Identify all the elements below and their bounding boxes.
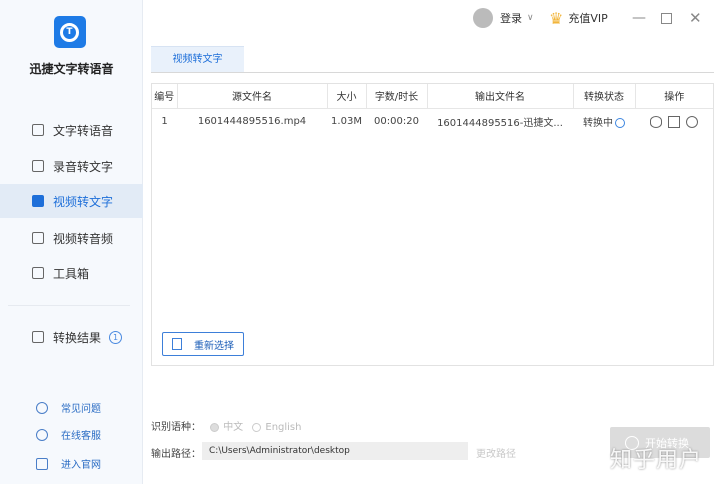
- question-icon: [36, 401, 48, 414]
- cell-actions: [635, 108, 713, 135]
- output-path-label: 输出路径：: [151, 449, 201, 460]
- audio-icon: [32, 160, 44, 172]
- col-duration: 字数/时长: [366, 84, 428, 109]
- login-button[interactable]: 登录 ∨: [473, 6, 534, 30]
- col-size: 大小: [327, 84, 367, 109]
- video-text-icon: [32, 195, 44, 207]
- nav-label: 文字转语音: [53, 123, 114, 138]
- col-number: 编号: [152, 84, 178, 109]
- cell-output: 1601444895516-迅捷文...: [437, 118, 563, 130]
- col-source: 源文件名: [177, 84, 328, 109]
- divider: [8, 305, 130, 306]
- avatar: [473, 8, 493, 28]
- headset-icon: [36, 428, 48, 441]
- video-audio-icon: [32, 232, 44, 244]
- file-list-panel: 编号 源文件名 大小 字数/时长 输出文件名 转换状态 操作 1 1601444…: [151, 83, 714, 366]
- nav-label: 视频转音频: [53, 231, 114, 246]
- online-support-link[interactable]: 在线客服: [36, 427, 101, 442]
- option-chinese: 中文: [223, 422, 244, 433]
- table-row[interactable]: 1 1601444895516.mp4 1.03M 00:00:20 16014…: [152, 108, 713, 135]
- app-name: 迅捷文字转语音: [29, 62, 114, 76]
- folder-icon[interactable]: [668, 115, 680, 128]
- text-icon: [32, 124, 44, 136]
- results-icon: [32, 331, 44, 343]
- nav-label: 工具箱: [53, 266, 90, 281]
- col-output: 输出文件名: [427, 84, 574, 109]
- col-actions: 操作: [635, 84, 713, 109]
- reselect-label: 重新选择: [194, 340, 234, 352]
- sidebar: T 迅捷文字转语音 文字转语音 录音转文字 视频转文字 视频转音频 工具箱 转换…: [0, 0, 143, 484]
- vip-label: 充值VIP: [568, 12, 608, 25]
- sidebar-item-video-to-text[interactable]: 视频转文字: [0, 184, 143, 218]
- cell-status: 转换中: [573, 108, 635, 135]
- table-header: 编号 源文件名 大小 字数/时长 输出文件名 转换状态 操作: [152, 84, 713, 109]
- nav-label: 录音转文字: [53, 159, 114, 174]
- sidebar-item-toolbox[interactable]: 工具箱: [0, 256, 143, 290]
- sidebar-item-results[interactable]: 转换结果 1: [0, 320, 143, 354]
- col-status: 转换状态: [573, 84, 636, 109]
- eye-icon[interactable]: [650, 115, 662, 128]
- nav-label: 视频转文字: [53, 194, 114, 209]
- results-count-badge: 1: [109, 330, 123, 344]
- tab-video-to-text[interactable]: 视频转文字: [151, 46, 244, 72]
- maximize-icon: [661, 12, 672, 24]
- toolbox-icon: [32, 267, 44, 279]
- minimize-button[interactable]: —: [632, 6, 646, 30]
- status-label: 转换中: [583, 118, 613, 130]
- cell-number: 1: [161, 116, 168, 128]
- sidebar-item-video-to-audio[interactable]: 视频转音频: [0, 221, 143, 255]
- radio-english[interactable]: [252, 422, 262, 432]
- vip-button[interactable]: ♛ 充值VIP: [549, 6, 608, 30]
- help-label: 常见问题: [61, 404, 101, 415]
- loading-spinner-icon: [615, 118, 625, 129]
- login-label: 登录: [500, 12, 522, 25]
- delete-icon[interactable]: [686, 115, 698, 128]
- crown-icon: ♛: [549, 8, 564, 28]
- tab-divider: [151, 72, 714, 73]
- help-label: 在线客服: [61, 431, 101, 442]
- watermark: 知乎用户: [610, 448, 703, 473]
- option-english: English: [265, 422, 302, 433]
- radio-chinese[interactable]: [210, 422, 220, 432]
- sidebar-item-audio-to-text[interactable]: 录音转文字: [0, 149, 143, 183]
- chevron-down-icon: ∨: [527, 13, 534, 23]
- maximize-button[interactable]: [661, 6, 672, 30]
- language-label: 识别语种：: [151, 422, 201, 433]
- change-path-button[interactable]: 更改路径: [476, 445, 516, 460]
- language-row: 识别语种： 中文 English: [151, 418, 301, 433]
- sidebar-item-text-to-speech[interactable]: 文字转语音: [0, 113, 143, 147]
- monitor-icon: [36, 457, 48, 470]
- reselect-button[interactable]: 重新选择: [162, 332, 244, 356]
- app-logo: T: [54, 16, 86, 48]
- output-path-input[interactable]: C:\Users\Administrator\desktop: [202, 442, 468, 460]
- cell-source: 1601444895516.mp4: [197, 116, 307, 128]
- faq-link[interactable]: 常见问题: [36, 400, 101, 415]
- cell-duration: 00:00:20: [374, 116, 419, 128]
- help-label: 进入官网: [61, 460, 101, 471]
- website-link[interactable]: 进入官网: [36, 456, 101, 471]
- close-button[interactable]: ✕: [689, 6, 702, 30]
- nav-label: 转换结果: [53, 330, 102, 345]
- file-table: 编号 源文件名 大小 字数/时长 输出文件名 转换状态 操作 1 1601444…: [152, 84, 713, 135]
- add-file-icon: [172, 338, 182, 350]
- cell-size: 1.03M: [331, 116, 362, 128]
